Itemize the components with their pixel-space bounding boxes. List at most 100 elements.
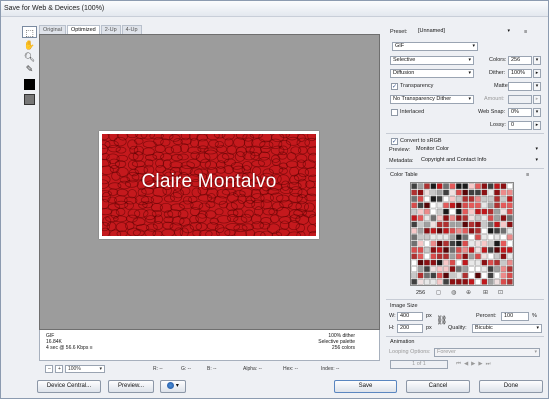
looping-select: Forever ▾	[434, 348, 540, 357]
convert-srgb-label: Convert to sRGB	[400, 138, 442, 144]
settings-panel: Preset: [Unnamed] ▾ ≡ GIF ▾ Selective ▾ Col…	[386, 25, 544, 370]
preview-label: Preview:	[389, 147, 411, 153]
zoom-in-icon[interactable]: +	[55, 365, 63, 373]
height-field[interactable]: 200	[397, 324, 423, 333]
preset-select[interactable]: [Unnamed] ▾	[416, 28, 512, 37]
toolbox: ⬚ ✋ 🔍︎ ✎	[22, 26, 38, 106]
percent-label: Percent:	[476, 313, 497, 319]
colors-label: Colors:	[489, 57, 507, 63]
transparency-dither-select[interactable]: No Transparency Dither ▾	[390, 95, 474, 104]
color-table-swatches	[411, 183, 513, 285]
lossy-field[interactable]: 0	[508, 121, 532, 130]
lossy-dropdown-icon[interactable]: ▸	[533, 121, 541, 130]
height-unit: px	[426, 325, 432, 331]
readout-alpha: Alpha: --	[243, 366, 262, 372]
new-color-icon[interactable]: ⊞	[483, 289, 488, 296]
transparency-label: Transparency	[400, 83, 434, 89]
image-size-label: Image Size	[390, 303, 418, 309]
convert-srgb-checkbox[interactable]: ✓	[391, 138, 398, 145]
matte-swatch[interactable]	[508, 82, 532, 91]
eyedropper-icon[interactable]: ✎	[22, 63, 37, 75]
link-icon[interactable]: ⛓	[436, 316, 447, 325]
metadata-select[interactable]: Copyright and Contact Info ▾	[419, 157, 540, 166]
format-select[interactable]: GIF ▾	[392, 42, 478, 51]
color-table-grid[interactable]	[410, 182, 514, 286]
info-colors: 256 colors	[331, 345, 355, 351]
preview-canvas[interactable]: Claire Montalvo	[39, 34, 380, 330]
title-bar: Save for Web & Devices (100%)	[1, 1, 548, 17]
interlaced-checkbox[interactable]	[391, 109, 398, 116]
quality-label: Quality:	[448, 325, 467, 331]
hand-icon[interactable]: ✋	[22, 39, 37, 51]
done-button[interactable]: Done	[479, 380, 543, 393]
preset-menu-icon[interactable]: ≡	[524, 28, 527, 37]
tab-original[interactable]: Original	[39, 25, 66, 34]
save-for-web-dialog: Save for Web & Devices (100%) ⬚ ✋ 🔍︎ ✎ O…	[0, 0, 549, 399]
zoom-icon[interactable]: 🔍︎	[22, 51, 37, 63]
preview-select[interactable]: Monitor Color ▾	[414, 146, 540, 155]
metadata-label: Metadata:	[389, 158, 414, 164]
view-tabs: Original Optimized 2-Up 4-Up	[39, 25, 143, 34]
device-central-button[interactable]: Device Central...	[37, 380, 101, 393]
preview-button[interactable]: Preview...	[108, 380, 154, 393]
dither-dropdown-icon[interactable]: ▸	[533, 69, 541, 78]
browser-icon	[167, 381, 175, 389]
readout-g: G: --	[181, 366, 191, 372]
readout-index: Index: --	[321, 366, 340, 372]
divider	[386, 336, 544, 337]
web-shift-icon[interactable]: ◍	[451, 289, 456, 296]
color-table-menu-icon[interactable]: ≡	[526, 171, 529, 180]
width-field[interactable]: 400	[397, 312, 423, 321]
tab-optimized[interactable]: Optimized	[66, 25, 100, 34]
zoom-level-select[interactable]: 100% ▾	[65, 365, 105, 373]
matte-dropdown-icon[interactable]: ▾	[533, 82, 541, 91]
amount-label: Amount:	[484, 96, 505, 102]
websnap-dropdown-icon[interactable]: ▾	[533, 108, 541, 117]
transparency-checkbox[interactable]: ✓	[391, 83, 398, 90]
width-label: W:	[389, 313, 396, 319]
quality-select[interactable]: Bicubic ▾	[472, 324, 542, 333]
slice-select-icon[interactable]: ⬚	[22, 26, 37, 38]
status-bar: – + 100% ▾ R: -- G: -- B: -- Alpha: -- He…	[25, 363, 381, 375]
delete-color-icon[interactable]: ⊡	[498, 289, 503, 296]
colors-dropdown-icon[interactable]: ▾	[533, 56, 541, 65]
toggle-slices-icon[interactable]	[24, 94, 35, 105]
zoom-out-icon[interactable]: –	[45, 365, 53, 373]
frame-counter: 1 of 1	[390, 360, 448, 369]
color-table-label: Color Table	[390, 172, 418, 178]
divider	[386, 299, 544, 300]
websnap-field[interactable]: 0%	[508, 108, 532, 117]
window-title: Save for Web & Devices (100%)	[4, 5, 105, 12]
eyedropper-color-swatch[interactable]	[24, 79, 35, 90]
dither-field[interactable]: 100%	[508, 69, 532, 78]
animation-label: Animation	[390, 339, 415, 345]
readout-hex: Hex: --	[283, 366, 298, 372]
map-colors-icon[interactable]: ◻	[436, 289, 441, 296]
percent-field[interactable]: 100	[501, 312, 529, 321]
cancel-button[interactable]: Cancel	[406, 380, 470, 393]
dither-label: Dither:	[489, 70, 506, 76]
tab-2-up[interactable]: 2-Up	[100, 25, 121, 34]
animation-controls: ⏮◀▶▶⏭	[456, 361, 494, 367]
preview-image: Claire Montalvo	[99, 131, 319, 239]
lock-color-icon[interactable]: ⊕	[466, 289, 471, 296]
info-download-time: 4 sec @ 56.6 Kbps	[46, 345, 89, 351]
divider	[386, 133, 544, 134]
divider	[386, 168, 544, 169]
download-time-menu-icon[interactable]: ≡	[90, 345, 93, 351]
readout-b: B: --	[207, 366, 217, 372]
amount-field	[508, 95, 532, 104]
save-button[interactable]: Save	[334, 380, 397, 393]
color-table-count: 256	[416, 290, 426, 296]
dither-algorithm-select[interactable]: Diffusion ▾	[390, 69, 474, 78]
browser-preview-select[interactable]: ▾	[160, 380, 186, 393]
percent-unit: %	[532, 313, 537, 319]
colors-field[interactable]: 256	[508, 56, 532, 65]
height-label: H:	[389, 325, 395, 331]
interlaced-label: Interlaced	[400, 109, 425, 115]
color-reduction-select[interactable]: Selective ▾	[390, 56, 474, 65]
lossy-label: Lossy:	[490, 122, 506, 128]
websnap-label: Web Snap:	[478, 109, 506, 115]
tab-4-up[interactable]: 4-Up	[121, 25, 142, 34]
looping-label: Looping Options:	[389, 349, 431, 355]
